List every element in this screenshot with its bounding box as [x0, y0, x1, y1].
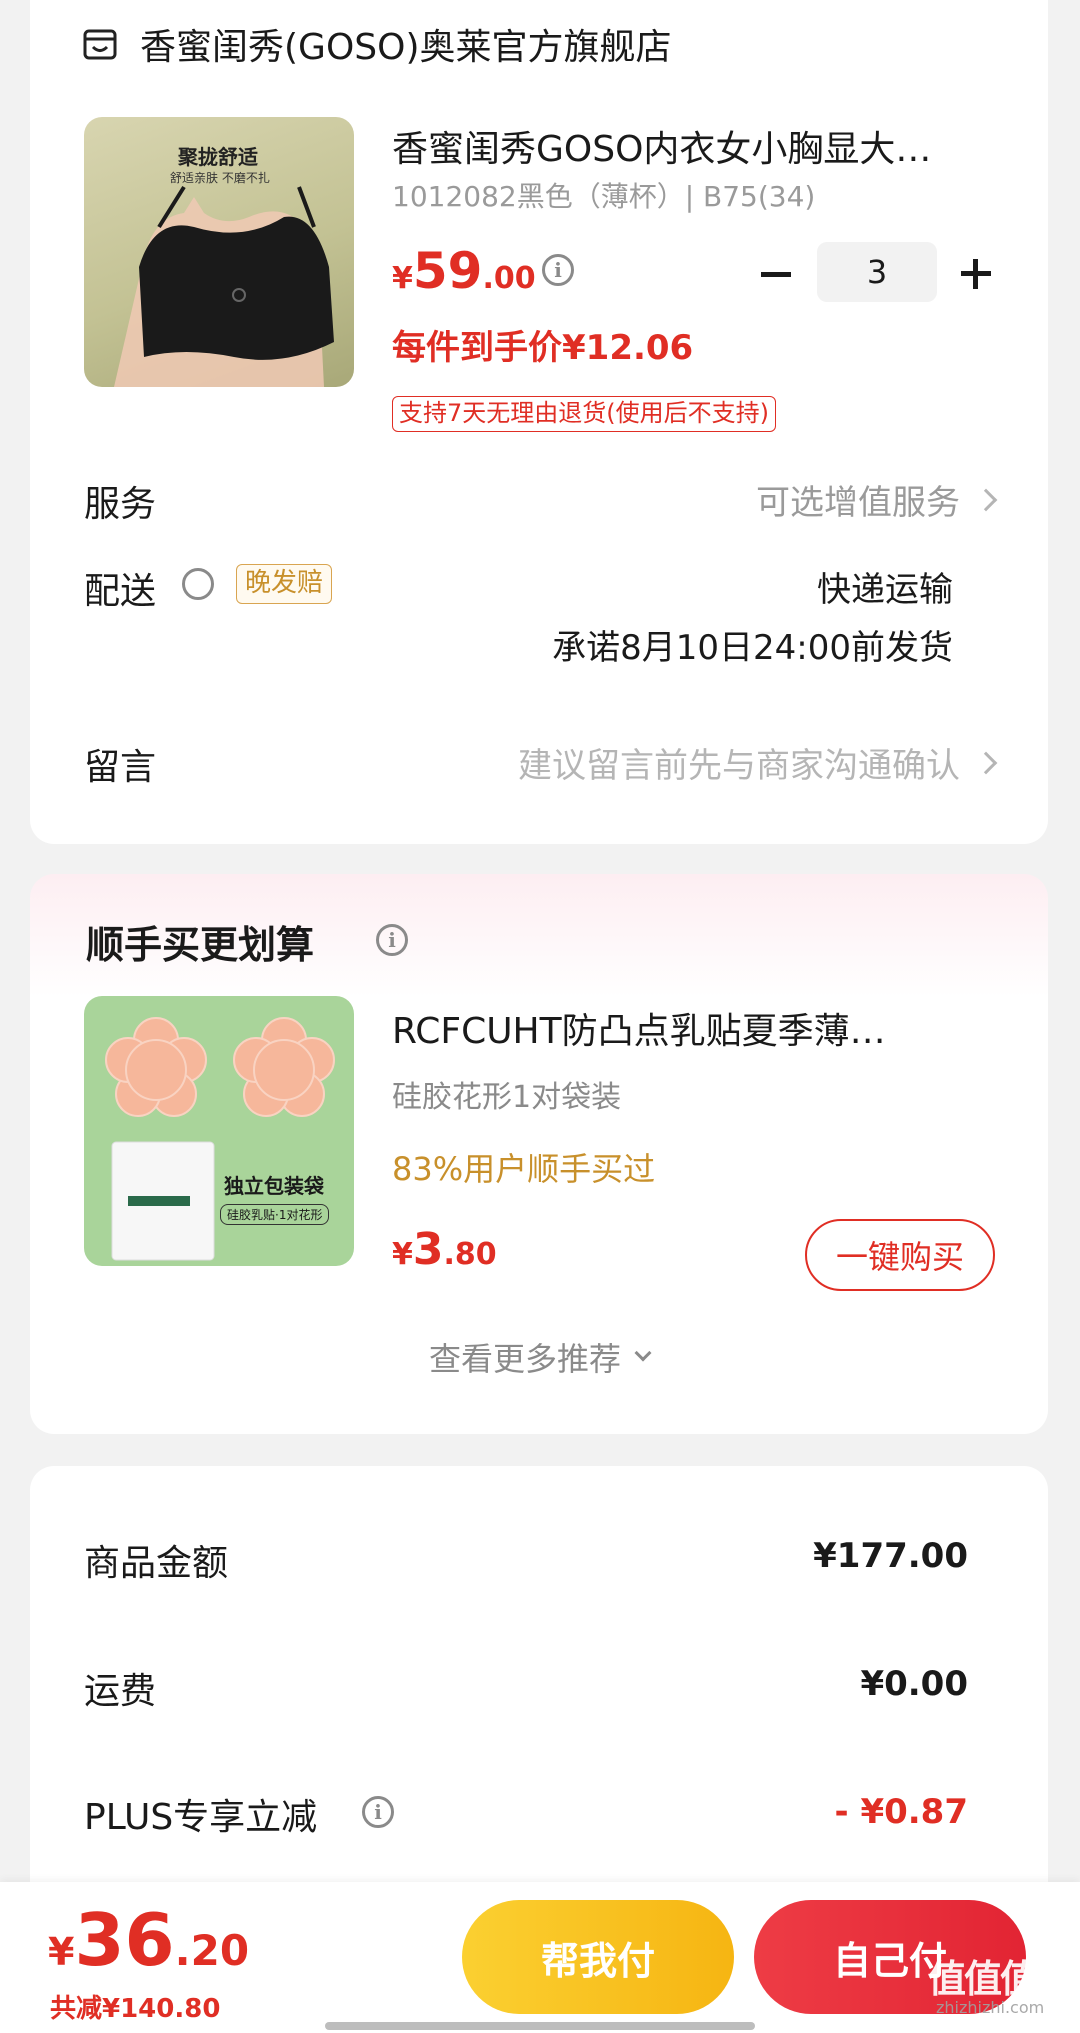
upsell-title: 顺手买更划算 — [86, 923, 315, 967]
shipping-label: 运费 — [84, 1671, 157, 1712]
plus-discount-info-icon[interactable]: i — [362, 1796, 394, 1828]
service-value: 可选增值服务 — [756, 483, 960, 523]
delivery-label: 配送 — [84, 571, 157, 612]
product-title[interactable]: 香蜜闺秀GOSO内衣女小胸显大… — [392, 120, 931, 172]
chevron-right-icon — [974, 751, 998, 774]
late-compensation-tag: 晚发赔 — [236, 564, 333, 604]
upsell-price-integer: 3 — [412, 1224, 444, 1275]
upsell-product-title[interactable]: RCFCUHT防凸点乳贴夏季薄… — [392, 1002, 886, 1054]
total-price-decimal: .20 — [174, 1926, 250, 1975]
see-more-label: 查看更多推荐 — [428, 1340, 621, 1378]
help-me-pay-button[interactable]: 帮我付 — [462, 1900, 734, 2014]
goods-amount-value: ¥177.00 — [813, 1536, 968, 1576]
plus-discount-value: - ¥0.87 — [834, 1792, 969, 1832]
product-sku[interactable]: 1012082黑色（薄杯）| B75(34) — [392, 175, 815, 215]
upsell-price: ¥ 3 .80 — [392, 1224, 497, 1275]
chevron-right-icon — [974, 488, 998, 511]
delivery-info-icon[interactable] — [182, 568, 214, 600]
price-info-icon[interactable]: i — [542, 254, 574, 286]
watermark-url: zhizhizhi.com — [936, 1998, 1045, 2017]
one-click-buy-label: 一键购买 — [835, 1238, 964, 1276]
message-row[interactable]: 建议留言前先与商家沟通确认 — [518, 738, 998, 787]
shipping-value: ¥0.00 — [860, 1664, 968, 1704]
quantity-field[interactable]: 3 — [817, 242, 937, 302]
product-image[interactable]: 聚拢舒适 舒适亲肤 不磨不扎 — [84, 117, 354, 387]
chevron-down-icon — [634, 1344, 652, 1362]
product-price: ¥ 59 .00 — [392, 242, 536, 300]
nipple-cover-photo — [105, 1017, 335, 1261]
help-me-pay-label: 帮我付 — [540, 1938, 655, 1983]
total-price-integer: 36 — [74, 1898, 175, 1982]
upsell-price-symbol: ¥ — [392, 1237, 413, 1272]
see-more-recommendations[interactable]: 查看更多推荐 — [30, 1334, 1048, 1380]
total-price: ¥ 36 .20 — [48, 1898, 249, 1982]
return-policy-tag: 支持7天无理由退货(使用后不支持) — [392, 396, 776, 432]
upsell-stat: 83%用户顺手买过 — [392, 1150, 656, 1188]
goods-amount-label: 商品金额 — [84, 1543, 229, 1584]
total-saved: 共减¥140.80 — [50, 1994, 221, 2024]
upsell-card: 顺手买更划算 i 独立包装袋 硅胶乳贴·1对花形 RCFCUHT防凸点乳贴夏季薄… — [30, 874, 1048, 1434]
quantity-minus-button[interactable] — [758, 256, 794, 292]
price-symbol: ¥ — [392, 261, 413, 296]
upsell-product-spec: 硅胶花形1对袋装 — [392, 1080, 622, 1115]
one-click-buy-button[interactable]: 一键购买 — [805, 1219, 995, 1291]
delivery-method[interactable]: 快递运输 — [817, 562, 953, 611]
quantity-value: 3 — [866, 253, 888, 291]
store-header[interactable]: 香蜜闺秀(GOSO)奥莱官方旗舰店 — [82, 14, 672, 74]
plus-discount-label: PLUS专享立减 — [84, 1797, 318, 1838]
message-placeholder: 建议留言前先与商家沟通确认 — [518, 746, 960, 786]
unit-price: 每件到手价¥12.06 — [392, 328, 694, 368]
quantity-plus-button[interactable] — [958, 256, 994, 292]
home-indicator[interactable] — [325, 2022, 755, 2030]
checkout-bar: ¥ 36 .20 共减¥140.80 帮我付 自己付 值值值 zhizhizhi… — [0, 1882, 1080, 2033]
upsell-info-icon[interactable]: i — [376, 924, 408, 956]
upsell-price-decimal: .80 — [443, 1237, 497, 1272]
service-label: 服务 — [84, 484, 157, 525]
upsell-image-subcaption: 硅胶乳贴·1对花形 — [220, 1204, 330, 1225]
service-row[interactable]: 可选增值服务 — [756, 475, 998, 524]
store-name: 香蜜闺秀(GOSO)奥莱官方旗舰店 — [140, 27, 672, 68]
total-price-symbol: ¥ — [48, 1930, 75, 1974]
delivery-promise: 承诺8月10日24:00前发货 — [552, 628, 953, 668]
price-integer: 59 — [412, 242, 483, 300]
product-photo — [114, 185, 334, 387]
watermark-logo: 值值值 — [928, 1957, 1038, 2001]
price-decimal: .00 — [482, 261, 536, 296]
upsell-image-caption: 独立包装袋 — [224, 1174, 324, 1198]
upsell-product-image[interactable]: 独立包装袋 硅胶乳贴·1对花形 — [84, 996, 354, 1266]
order-card: 香蜜闺秀(GOSO)奥莱官方旗舰店 聚拢舒适 舒适亲肤 不磨不扎 香蜜闺秀GOS… — [30, 0, 1048, 844]
store-icon — [82, 26, 118, 62]
message-label: 留言 — [84, 747, 157, 788]
